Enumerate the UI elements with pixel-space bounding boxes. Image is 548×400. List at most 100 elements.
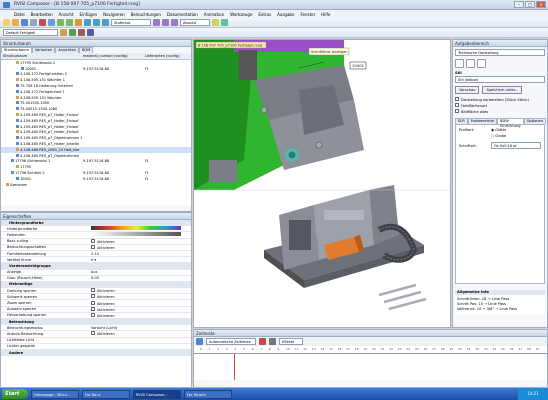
open-folder-icon[interactable] <box>12 19 19 26</box>
view-front-icon[interactable] <box>153 19 160 26</box>
timeline-ruler[interactable]: 0 1 2 3 4 5 6 7 8 9 10 11 12 13 14 15 16 17 18 19 20 21 22 23 24… <box>194 346 547 354</box>
radio-smooth[interactable]: ◉ Glätte <box>491 128 506 132</box>
undo-icon[interactable] <box>57 19 64 26</box>
taskbar-item-1[interactable]: Homepage - Micro... <box>31 389 79 399</box>
menu-item-navigieren[interactable]: Navigieren <box>103 12 125 17</box>
property-value[interactable]: Aktivieren <box>91 288 191 293</box>
save-icon[interactable] <box>21 19 28 26</box>
menu-item-werkzeuge[interactable]: Werkzeuge <box>230 12 252 17</box>
menu-item-bearbeiten[interactable]: Bearbeiten <box>31 12 53 17</box>
property-checkbox[interactable] <box>91 306 95 311</box>
stop-icon[interactable] <box>269 338 276 345</box>
timeline-mode-select[interactable]: Effekte <box>279 338 303 345</box>
record-icon[interactable] <box>259 338 266 345</box>
maximize-button[interactable]: □ <box>525 1 535 8</box>
property-value[interactable]: Aktivieren <box>91 306 191 312</box>
color-gradient-swatch[interactable] <box>91 232 181 237</box>
column-header-material[interactable]: material_number (config) <box>83 53 145 59</box>
radio-coarse[interactable]: ○ Grobe <box>459 134 541 138</box>
zoom-select[interactable]: Stufenlos <box>111 19 151 26</box>
menu-item-animation[interactable]: Animation <box>204 12 224 17</box>
tab-optionen[interactable]: Optionen <box>523 118 547 124</box>
column-header-tree[interactable]: Strukturbaum <box>1 53 83 59</box>
section-icon[interactable] <box>78 29 85 36</box>
property-checkbox[interactable] <box>91 294 95 299</box>
select-icon[interactable] <box>75 19 82 26</box>
filter-select[interactable]: Absolut <box>180 19 210 26</box>
tab-slr[interactable]: SLR <box>455 118 468 124</box>
taskbar-item-3[interactable]: RVISI Composer... <box>133 389 181 399</box>
color-gradient-swatch[interactable] <box>91 226 181 231</box>
start-button[interactable]: Start <box>2 389 28 399</box>
menu-item-dokumentation[interactable]: Dokumentation <box>167 12 198 17</box>
save-as-button[interactable]: Speichern unter... <box>482 86 523 94</box>
timeline-cursor[interactable] <box>234 354 235 380</box>
print-icon[interactable] <box>30 19 37 26</box>
style-mode-select[interactable]: Technische Darstellung <box>455 49 545 56</box>
menu-item-fenster[interactable]: Fenster <box>300 12 315 17</box>
close-button[interactable]: × <box>536 1 546 8</box>
timeline-select[interactable]: Automatische Zeitleiste <box>206 338 256 345</box>
property-value[interactable]: Aus <box>91 270 191 274</box>
copy-icon[interactable] <box>48 19 55 26</box>
font-select[interactable]: Fix 0x0:16 pt <box>491 142 541 149</box>
menu-item-ansicht[interactable]: Ansicht <box>59 12 74 17</box>
tree-row[interactable]: Szenarien <box>1 182 191 188</box>
menu-item-einfuegen[interactable]: Einfügen <box>79 12 97 17</box>
property-value[interactable]: 0.00 <box>91 276 191 280</box>
property-value[interactable]: Vorsicht (Licht) <box>91 326 191 330</box>
light-icon[interactable] <box>212 19 219 26</box>
property-value[interactable]: Aktivieren <box>91 238 191 244</box>
style-thumb-3-icon[interactable] <box>477 59 486 68</box>
tab-farbbereiche[interactable]: Farbbereiche <box>467 118 498 124</box>
property-value[interactable] <box>91 232 191 237</box>
property-checkbox[interactable] <box>91 331 95 336</box>
property-value[interactable]: Aktivieren <box>91 312 191 318</box>
property-value[interactable] <box>91 226 191 231</box>
zoom-icon[interactable] <box>102 19 109 26</box>
preview-button[interactable]: Vorschau <box>455 86 480 94</box>
column-header-supplier[interactable]: Lieferanten (config) <box>145 53 191 59</box>
camera-icon[interactable] <box>221 19 228 26</box>
menu-item-beleuchtungen[interactable]: Beleuchtungen <box>131 12 161 17</box>
check-color-area[interactable] <box>455 103 459 107</box>
explode-icon[interactable] <box>87 29 94 36</box>
style-preset-select[interactable]: Stil (ladbar) <box>455 76 545 83</box>
rotate-icon[interactable] <box>84 19 91 26</box>
property-section[interactable]: Ändere <box>1 349 191 357</box>
style-thumb-2-icon[interactable] <box>466 59 475 68</box>
property-value[interactable]: 2.14 <box>91 252 191 256</box>
scene-canvas[interactable]: B 158 097 705_p7100 Fertigteil.rsvg Schn… <box>194 40 452 329</box>
style-select[interactable]: Default Fertigteil <box>3 29 58 36</box>
measure-icon[interactable] <box>69 29 76 36</box>
play-icon[interactable] <box>196 338 203 345</box>
property-value[interactable]: Aktivieren <box>91 300 191 306</box>
taskbar-item-4[interactable]: Fer Hinsch <box>184 389 232 399</box>
property-checkbox[interactable] <box>91 238 95 243</box>
property-checkbox[interactable] <box>91 312 95 317</box>
new-file-icon[interactable] <box>3 19 10 26</box>
style-thumb-1-icon[interactable] <box>455 59 464 68</box>
menu-item-extras[interactable]: Extras <box>258 12 271 17</box>
property-checkbox[interactable] <box>91 288 95 293</box>
timeline-track-area[interactable] <box>194 354 547 380</box>
taskbar-item-2[interactable]: For Ranc <box>82 389 130 399</box>
menu-item-datei[interactable]: Datei <box>14 12 25 17</box>
menu-item-hilfe[interactable]: Hilfe <box>321 12 330 17</box>
property-value[interactable]: 0 ▾ <box>91 258 191 262</box>
viewport-3d[interactable]: B 158 097 705_p7100 Fertigteil.rsvg Schn… <box>193 39 452 329</box>
minimize-button[interactable]: – <box>514 1 524 8</box>
redo-icon[interactable] <box>66 19 73 26</box>
check-image-area[interactable] <box>455 109 459 113</box>
property-value[interactable]: Aktivieren <box>91 331 191 336</box>
property-value[interactable]: Aktivieren <box>91 294 191 299</box>
view-iso-icon[interactable] <box>171 19 178 26</box>
property-checkbox[interactable] <box>91 300 95 305</box>
property-value[interactable]: Aktivieren <box>91 244 191 250</box>
cut-icon[interactable] <box>39 19 46 26</box>
pan-icon[interactable] <box>93 19 100 26</box>
paint-icon[interactable] <box>60 29 67 36</box>
property-checkbox[interactable] <box>91 244 95 249</box>
tab-bdw[interactable]: BDW Einrichtung <box>497 118 524 128</box>
view-top-icon[interactable] <box>162 19 169 26</box>
